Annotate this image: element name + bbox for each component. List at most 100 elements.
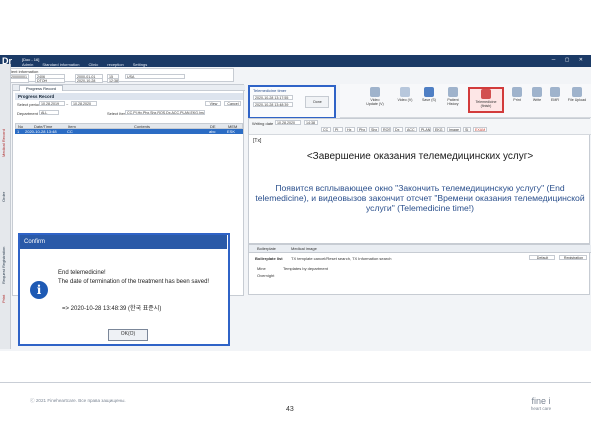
boilerplate-panel: Boilerplate Medical image Boilerplate li… (248, 244, 591, 295)
row-de: abc (209, 129, 216, 134)
confirm-dialog: Confirm i End telemedicine! The date of … (18, 233, 230, 346)
tab-boilerplate[interactable]: Boilerplate (257, 246, 276, 251)
file-upload-button[interactable]: File Upload (566, 87, 588, 113)
dialog-line-1: End telemedicine! (58, 270, 106, 276)
save-button[interactable]: Save (S) (420, 87, 438, 113)
annotation-title: <Завершение оказания телемедицинских усл… (306, 151, 534, 162)
chip-hx[interactable]: Hx (345, 127, 355, 132)
writing-date-input[interactable]: 10.28.2020 (275, 120, 301, 125)
left-vertical-nav: Medical Record Order Request Registratio… (0, 64, 11, 349)
patient-history-button[interactable]: Patient History (442, 87, 464, 113)
vtab-request-registration[interactable]: Request Registration (1, 240, 10, 290)
default-button[interactable]: Default (529, 255, 555, 260)
cancel-button[interactable]: Cancel (224, 101, 241, 106)
emr-icon (550, 87, 560, 97)
write-icon (532, 87, 542, 97)
chip-acc[interactable]: ACC (405, 127, 417, 132)
chip-phx[interactable]: Phx (357, 127, 367, 132)
telemedicine-timer-card: Telemedicine timer 2020-10-28 13:17:55 2… (248, 85, 336, 119)
period-separator: ~ (66, 102, 69, 107)
ok-button[interactable]: OK(O) (108, 329, 148, 341)
progress-record-header: Progress Record (15, 93, 243, 100)
chip-image[interactable]: Image (447, 127, 461, 132)
vtab-medical-record[interactable]: Medical Record (1, 124, 10, 162)
telemedicine-finish-icon (481, 89, 491, 99)
print-icon (512, 87, 522, 97)
menu-item-reception[interactable]: reception (107, 62, 123, 67)
brand-logo-top: fine i (531, 396, 551, 406)
chip-shx[interactable]: Shx (369, 127, 379, 132)
list-item[interactable]: Overnight (257, 273, 274, 278)
chip-ekg[interactable]: EKG (433, 127, 445, 132)
patient-info-panel: Patient information 2020000001 2406 2000… (2, 68, 234, 83)
table-row[interactable]: 1 2020-10-28 13:48 CC abc ESK (15, 129, 243, 134)
patient-type-field: DTOH (35, 78, 65, 83)
mine-column[interactable]: Mine (257, 266, 266, 271)
video-update-icon (370, 87, 380, 97)
video-update-button[interactable]: Video Update (V) (366, 87, 384, 113)
chip-pi[interactable]: PI (333, 127, 343, 132)
department-select[interactable]: ALL (39, 110, 59, 115)
note-toolbar: Writing date 10.28.2020 14:38 CC PI Hx P… (249, 119, 591, 135)
menu-item-admin[interactable]: Admin (22, 62, 33, 67)
menu-item-standard-information[interactable]: Standard information (42, 62, 79, 67)
window-controls[interactable]: ─ ▢ ✕ (552, 57, 587, 63)
file-upload-icon (572, 87, 582, 97)
boilerplate-tab-strip: Boilerplate Medical image (249, 245, 591, 253)
tab-medical-image[interactable]: Medical image (291, 246, 317, 251)
dialog-end-time: => 2020-10-28 13:48:39 (한국 표준시) (62, 306, 162, 312)
chip-ros[interactable]: ROS (381, 127, 391, 132)
chip-exam[interactable]: EXAM (473, 127, 487, 132)
select-period-label: Select period (17, 102, 41, 107)
chip-dx[interactable]: Dx (393, 127, 403, 132)
patient-nation-field: USA (125, 74, 185, 79)
writing-time-input[interactable]: 14:38 (304, 120, 318, 125)
select-items-input[interactable]: CC,PI,Hx,Phx,Shx,ROS,Dx,ACC,PLAN,EKG,Ima… (125, 110, 205, 115)
write-button[interactable]: Write (528, 87, 546, 113)
emr-button[interactable]: EMR (546, 87, 564, 113)
telemedicine-finish-button[interactable]: Telemedicine (finish) (468, 87, 504, 113)
done-button[interactable]: Done (305, 96, 329, 108)
emr-toolbar: Video Update (V) Video (V) Save (S) Pati… (340, 84, 591, 118)
annotation-text: Появится всплывающее окно "Закончить тел… (255, 183, 585, 213)
view-button[interactable]: View (205, 101, 221, 106)
registration-button[interactable]: Registration (559, 255, 587, 260)
dialog-message: End telemedicine! The date of terminatio… (58, 269, 223, 287)
telemedicine-start-time: 2020-10-28 13:17:55 (253, 95, 293, 100)
note-editor: Writing date 10.28.2020 14:38 CC PI Hx P… (248, 118, 591, 244)
brand-logo-bottom: heart care (530, 406, 552, 411)
dialog-title: Confirm (20, 235, 227, 249)
telemedicine-end-time: 2020-10-28 13:48:39 (253, 102, 293, 107)
menu-item-settings[interactable]: Settings (133, 62, 147, 67)
brand-logo: fine i heart care (521, 396, 561, 411)
row-mem: ESK (227, 129, 236, 134)
dept-templates-column[interactable]: Templates by department (283, 266, 328, 271)
title-bar: Dr [Doc - 16] Admin Standard information… (0, 55, 591, 67)
vtab-order[interactable]: Order (1, 184, 10, 209)
row-datetime: 2020-10-28 13:48 (25, 129, 57, 134)
menu-item-clinic[interactable]: Clinic (88, 62, 98, 67)
department-label: Department (17, 111, 38, 116)
writing-date-label: Writing date (252, 121, 274, 126)
progress-tab-strip: Progress Record (13, 85, 245, 91)
chip-si[interactable]: SI (463, 127, 471, 132)
save-icon (424, 87, 434, 97)
menu-bar: Admin Standard information Clinic recept… (22, 62, 147, 67)
info-icon: i (30, 281, 48, 299)
dialog-line-2: The date of termination of the treatment… (58, 279, 210, 285)
vtab-print[interactable]: Print (1, 290, 10, 308)
row-item: CC (67, 129, 73, 134)
slide: Dr [Doc - 16] Admin Standard information… (0, 0, 591, 443)
period-from-input[interactable]: 10.28.2019 (39, 101, 65, 106)
history-icon (448, 87, 458, 97)
boilerplate-list-label: Boilerplate list (255, 256, 283, 261)
print-button[interactable]: Print (508, 87, 526, 113)
telemedicine-timer-label: Telemedicine timer (253, 88, 287, 93)
video-button[interactable]: Video (V) (396, 87, 414, 113)
chip-cc[interactable]: CC (321, 127, 331, 132)
note-tab-tx[interactable]: [Tx] (253, 138, 261, 144)
chip-plan[interactable]: PLAN (419, 127, 431, 132)
visit-time-field: 12:38 (107, 78, 119, 83)
tab-progress-record[interactable]: Progress Record (19, 85, 64, 91)
period-to-input[interactable]: 10.28.2020 (71, 101, 97, 106)
